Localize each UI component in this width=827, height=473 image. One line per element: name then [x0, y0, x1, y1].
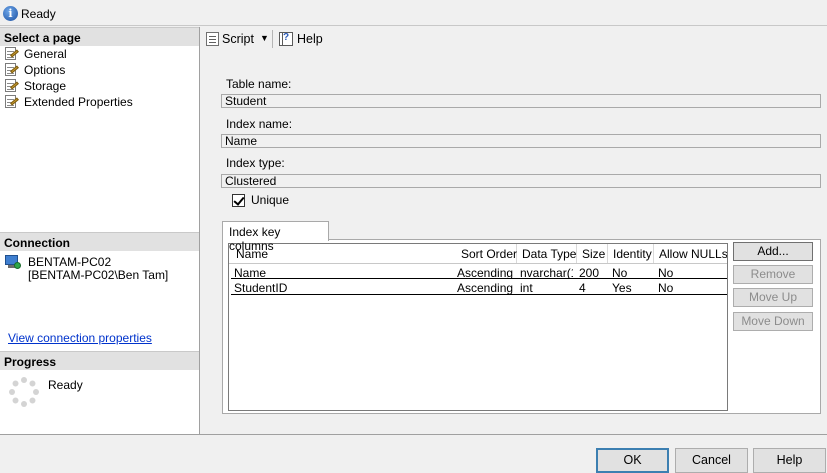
index-type-label: Index type:: [226, 156, 285, 170]
table-cell[interactable]: Ascending: [453, 264, 516, 279]
script-button[interactable]: Script: [222, 32, 254, 46]
remove-column-button[interactable]: Remove: [733, 265, 813, 284]
tab-index-key-columns[interactable]: Index key columns: [222, 221, 329, 253]
cancel-button[interactable]: Cancel: [675, 448, 748, 473]
connection-server: BENTAM-PC02: [28, 255, 112, 269]
connection-header: Connection: [0, 232, 199, 251]
table-cell[interactable]: nvarchar(1(: [516, 264, 573, 279]
help-book-icon[interactable]: ?: [278, 31, 294, 47]
script-icon[interactable]: [204, 31, 220, 47]
page-settings-icon: [3, 95, 19, 109]
column-header-data-type[interactable]: Data Type: [517, 244, 577, 263]
unique-label: Unique: [251, 193, 290, 207]
table-cell[interactable]: No: [654, 264, 727, 279]
move-down-button[interactable]: Move Down: [733, 312, 813, 331]
column-header-allow-nulls[interactable]: Allow NULLs: [654, 244, 727, 263]
page-item-options[interactable]: Options: [3, 62, 65, 78]
column-header-identity[interactable]: Identity: [608, 244, 654, 263]
progress-header: Progress: [0, 351, 199, 370]
status-text: Ready: [21, 7, 56, 21]
page-settings-icon: [3, 47, 19, 61]
column-header-size[interactable]: Size: [577, 244, 608, 263]
table-cell[interactable]: int: [516, 279, 573, 294]
page-item-label: Storage: [24, 79, 67, 93]
progress-spinner-icon: [9, 377, 39, 407]
table-cell[interactable]: No: [608, 264, 654, 279]
table-cell[interactable]: StudentID: [230, 279, 456, 294]
page-item-label: Options: [24, 63, 66, 77]
page-item-general[interactable]: General: [3, 46, 67, 62]
view-connection-properties-link[interactable]: View connection properties: [8, 331, 152, 345]
footer-separator: [0, 434, 827, 435]
status-strip: [0, 0, 827, 26]
page-item-extended-properties[interactable]: Extended Properties: [3, 94, 133, 110]
chevron-down-icon[interactable]: ▼: [260, 33, 269, 43]
left-pane: Select a page General Options Storage Ex…: [0, 27, 200, 434]
page-item-storage[interactable]: Storage: [3, 78, 66, 94]
page-item-label: General: [24, 47, 67, 61]
move-up-button[interactable]: Move Up: [733, 288, 813, 307]
table-name-field: Student: [221, 94, 821, 108]
table-cell[interactable]: 4: [575, 279, 607, 294]
page-item-label: Extended Properties: [24, 95, 133, 109]
progress-status: Ready: [48, 378, 83, 392]
table-cell[interactable]: 200: [575, 264, 607, 279]
index-type-field: Clustered: [221, 174, 821, 188]
server-icon: [5, 254, 21, 270]
info-icon: i: [3, 6, 18, 21]
page-settings-icon: [3, 79, 19, 93]
connection-user: [BENTAM-PC02\Ben Tam]: [28, 268, 169, 282]
row-divider: [231, 294, 727, 295]
table-cell[interactable]: Name: [230, 264, 456, 279]
toolbar-separator: [272, 30, 273, 48]
add-column-button[interactable]: Add...: [733, 242, 813, 261]
select-page-header: Select a page: [0, 27, 199, 46]
table-cell[interactable]: No: [654, 279, 727, 294]
table-name-label: Table name:: [226, 77, 292, 91]
page-settings-icon: [3, 63, 19, 77]
ok-button[interactable]: OK: [596, 448, 669, 473]
table-cell[interactable]: Yes: [608, 279, 654, 294]
index-name-label: Index name:: [226, 117, 293, 131]
column-header-sort-order[interactable]: Sort Order: [456, 244, 517, 263]
table-cell[interactable]: Ascending: [453, 279, 516, 294]
index-columns-grid: Name Sort Order Data Type Size Identity …: [228, 243, 728, 411]
unique-checkbox[interactable]: [232, 194, 245, 207]
help-button[interactable]: Help: [753, 448, 826, 473]
help-toolbar-button[interactable]: Help: [297, 32, 323, 46]
index-name-field: Name: [221, 134, 821, 148]
